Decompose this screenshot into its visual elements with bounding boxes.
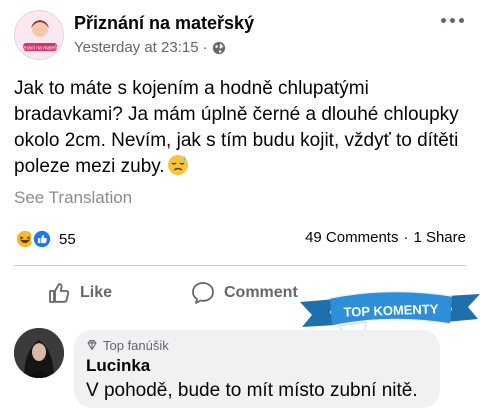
page-logo-icon: Přiznání na mateřský	[15, 11, 64, 59]
top-fan-label: Top fanúšik	[103, 337, 169, 353]
more-options-icon[interactable]	[438, 12, 466, 28]
post-text: Jak to máte s kojením a hodně chlupatými…	[14, 78, 459, 177]
page-name[interactable]: Přiznání na mateřský	[74, 13, 254, 34]
commenter-avatar[interactable]	[14, 328, 64, 378]
engagement-counts: 49 Comments · 1 Share	[305, 229, 466, 246]
thumbs-up-icon	[49, 283, 70, 303]
top-fan-badge: Top fanúšik	[86, 337, 428, 353]
top-comment-bubble: Top fanúšik Lucinka V pohodě, bude to mí…	[74, 330, 440, 408]
post-timestamp[interactable]: Yesterday at 23:15	[74, 39, 199, 56]
meta-separator: ·	[202, 39, 208, 56]
shares-count[interactable]: 1 Share	[413, 229, 466, 246]
post-meta: Yesterday at 23:15 ·	[74, 39, 226, 56]
comment-text: V pohodě, bude to mít místo zubní nitě.	[86, 380, 418, 401]
like-button[interactable]: Like	[46, 278, 112, 308]
counts-separator: ·	[403, 229, 409, 246]
user-photo-icon	[14, 328, 64, 378]
comment-label: Comment	[224, 284, 298, 301]
downcast-sweat-emoji-icon	[167, 155, 188, 175]
page-avatar[interactable]: Přiznání na mateřský	[14, 10, 64, 60]
like-icon	[31, 228, 53, 250]
post-header: Přiznání na mateřský Přiznání na mateřsk…	[14, 10, 466, 60]
diamond-icon	[87, 340, 97, 350]
comments-count[interactable]: 49 Comments	[305, 229, 398, 246]
comment-bubble-icon	[192, 282, 214, 304]
reaction-summary[interactable]: 55	[14, 228, 76, 250]
svg-text:Přiznání na mateřský: Přiznání na mateřský	[17, 46, 64, 52]
see-translation-link[interactable]: See Translation	[14, 188, 132, 208]
commenter-name[interactable]: Lucinka	[86, 356, 428, 376]
like-label: Like	[80, 284, 113, 301]
post-body: Jak to máte s kojením a hodně chlupatými…	[14, 76, 466, 180]
globe-icon	[212, 41, 225, 54]
reaction-count: 55	[59, 230, 76, 248]
comment-button[interactable]: Comment	[190, 278, 298, 308]
divider	[14, 265, 466, 266]
